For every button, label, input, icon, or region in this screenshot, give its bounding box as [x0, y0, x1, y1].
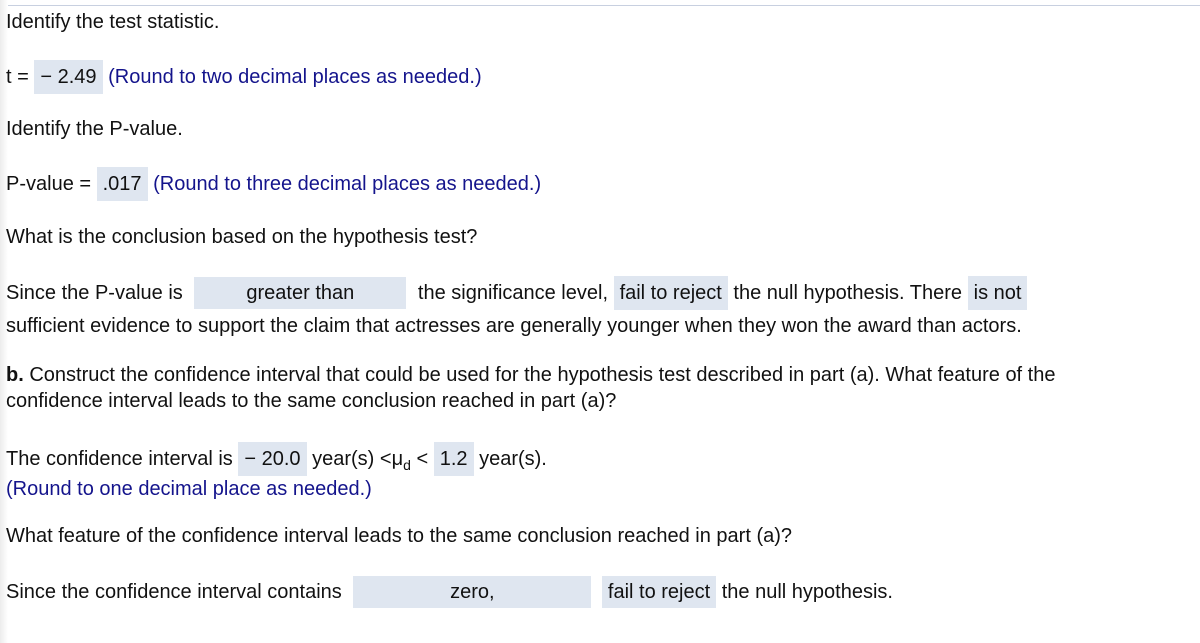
conclusion-text-1: Since the P-value is: [6, 282, 183, 304]
ci-lt: <: [416, 448, 429, 470]
ci-suffix: year(s).: [479, 448, 547, 470]
feature-question: What feature of the confidence interval …: [6, 525, 793, 547]
conclusion-question: What is the conclusion based on the hypo…: [6, 226, 478, 248]
p-value-heading: Identify the P-value.: [6, 118, 183, 140]
part-b-question: b. Construct the confidence interval tha…: [6, 363, 1055, 387]
mu-symbol: μ: [391, 448, 404, 470]
mu-subscript: d: [403, 457, 411, 473]
p-value-hint: (Round to three decimal places as needed…: [153, 173, 542, 195]
part-b-label: b.: [6, 364, 24, 386]
p-value-label: P-value =: [6, 173, 92, 195]
part-b-text: Construct the confidence interval that c…: [29, 364, 1056, 386]
p-value-input[interactable]: .017: [96, 167, 148, 201]
conclusion-text-2: the significance level,: [417, 282, 608, 304]
t-label: t =: [6, 66, 29, 88]
top-divider: [0, 5, 1200, 6]
feature-suffix: the null hypothesis.: [721, 581, 893, 603]
ci-prefix: The confidence interval is: [6, 448, 233, 470]
comparison-dropdown[interactable]: greater than: [194, 277, 407, 309]
evidence-dropdown[interactable]: is not: [967, 276, 1028, 310]
contains-dropdown[interactable]: zero,: [353, 576, 592, 608]
ci-lower-input[interactable]: − 20.0: [238, 442, 307, 476]
feature-row: Since the confidence interval contains z…: [6, 576, 893, 608]
feature-decision-dropdown[interactable]: fail to reject: [601, 576, 717, 608]
conclusion-text-3: the null hypothesis. There: [733, 282, 963, 304]
p-value-row: P-value = .017 (Round to three decimal p…: [6, 167, 541, 201]
confidence-interval-row: The confidence interval is − 20.0 year(s…: [6, 442, 547, 477]
feature-prefix: Since the confidence interval contains: [6, 581, 342, 603]
ci-mid: year(s) <: [312, 448, 392, 470]
test-statistic-heading: Identify the test statistic.: [6, 11, 220, 33]
conclusion-line-2: sufficient evidence to support the claim…: [6, 315, 1022, 337]
decision-dropdown[interactable]: fail to reject: [613, 276, 728, 310]
ci-hint: (Round to one decimal place as needed.): [6, 478, 372, 500]
test-statistic-row: t = − 2.49 (Round to two decimal places …: [6, 60, 482, 94]
t-value-input[interactable]: − 2.49: [34, 60, 103, 94]
conclusion-row: Since the P-value is greater than the si…: [6, 276, 1028, 310]
ci-upper-input[interactable]: 1.2: [433, 442, 474, 476]
part-b-question-line-2: confidence interval leads to the same co…: [6, 390, 617, 412]
t-hint: (Round to two decimal places as needed.): [108, 66, 482, 88]
